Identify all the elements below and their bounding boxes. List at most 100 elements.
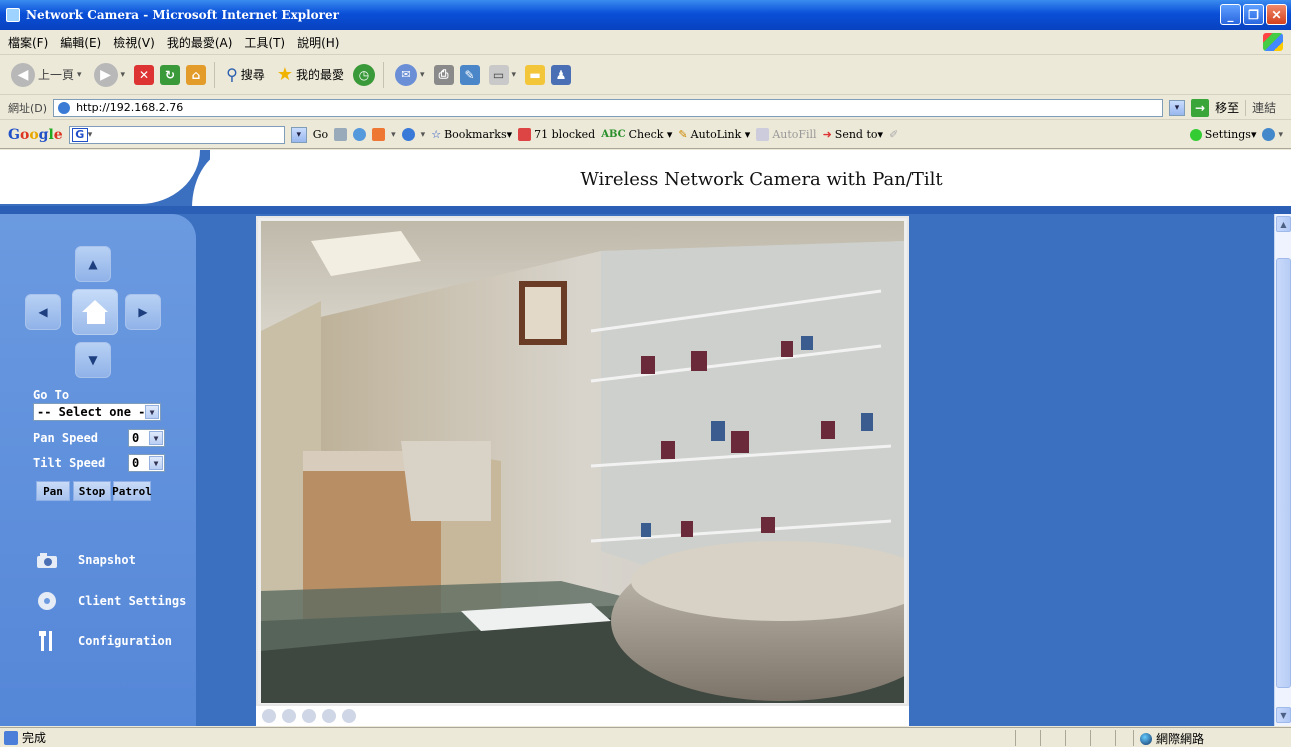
address-input[interactable]: http://192.168.2.76 (53, 98, 1164, 117)
discuss-button[interactable]: ▭ ▾ (486, 60, 520, 90)
pan-speed-select[interactable]: 0 ▼ (128, 429, 165, 447)
tilt-speed-value: 0 (132, 456, 140, 470)
tilt-speed-select[interactable]: 0 ▼ (128, 454, 165, 472)
mail-icon: ✉ (394, 63, 417, 86)
address-label: 網址(D) (8, 101, 48, 115)
snapshot-label: Snapshot (78, 553, 136, 567)
mail-button[interactable]: ✉ ▾ (392, 60, 428, 90)
down-arrow-icon: ▼ (88, 353, 98, 367)
menu-file[interactable]: 檔案(F) (8, 34, 48, 51)
minimize-button[interactable]: _ (1220, 4, 1241, 25)
stop-icon[interactable]: ✕ (134, 64, 155, 85)
go-arrow-icon[interactable]: → (1191, 98, 1210, 117)
menu-tools[interactable]: 工具(T) (244, 34, 285, 51)
highlight-icon[interactable] (334, 128, 348, 141)
pan-speed-label: Pan Speed (33, 431, 99, 445)
window-title: Network Camera - Microsoft Internet Expl… (26, 8, 339, 22)
news-icon[interactable] (372, 128, 386, 141)
account-icon (1262, 128, 1276, 141)
links-button[interactable]: 連結 (1252, 99, 1276, 116)
zone-label: 網際網路 (1156, 732, 1205, 746)
zoom-out-icon[interactable] (282, 709, 296, 723)
camera-icon (34, 549, 60, 571)
vertical-scrollbar[interactable]: ▲ ▼ (1274, 214, 1291, 726)
settings-button[interactable]: Settings▾ (1189, 128, 1256, 141)
scroll-up-button[interactable]: ▲ (1276, 216, 1291, 232)
tilt-speed-label: Tilt Speed (33, 456, 106, 470)
address-url: http://192.168.2.76 (76, 101, 184, 114)
pan-right-button[interactable]: ▶ (125, 294, 161, 330)
search-icon: ⚲ (226, 65, 238, 84)
pagerank-icon[interactable] (353, 128, 367, 141)
patrol-button[interactable]: Patrol (112, 481, 152, 501)
blogger-icon[interactable] (401, 128, 415, 141)
address-dropdown-button[interactable]: ▾ (1169, 99, 1186, 116)
page-title: Wireless Network Camera with Pan/Tilt (580, 168, 943, 190)
home-position-button[interactable] (72, 289, 118, 335)
menu-help[interactable]: 說明(H) (297, 34, 339, 51)
chevron-down-icon: ▼ (149, 431, 163, 445)
forward-button[interactable]: ▶ ▾ (91, 60, 129, 90)
up-arrow-icon: ▲ (88, 257, 98, 271)
popup-blocker-button[interactable]: 71 blocked (518, 128, 595, 141)
ie-app-icon (6, 8, 20, 22)
history-icon[interactable]: ◷ (352, 63, 375, 86)
autofill-button[interactable]: AutoFill (756, 128, 817, 141)
client-settings-link[interactable]: Client Settings (34, 590, 186, 612)
tilt-up-button[interactable]: ▲ (75, 246, 111, 282)
record-icon[interactable] (322, 709, 336, 723)
snapshot-link[interactable]: Snapshot (34, 549, 136, 571)
disc-icon (34, 590, 60, 612)
spellcheck-button[interactable]: ABC Check ▾ (601, 128, 672, 141)
menu-edit[interactable]: 編輯(E) (60, 34, 101, 51)
folder-icon[interactable]: ▬ (525, 64, 546, 85)
google-search-input[interactable]: G ▾ (68, 125, 285, 144)
stop-button[interactable]: Stop (73, 481, 111, 501)
globe-icon (1140, 732, 1152, 745)
home-icon[interactable]: ⌂ (186, 64, 207, 85)
autolink-button[interactable]: ✎ AutoLink ▾ (678, 128, 750, 141)
print-icon[interactable]: ⎙ (433, 64, 454, 85)
sendto-button[interactable]: ➜ Send to▾ (823, 128, 883, 141)
forward-arrow-icon: ▶ (93, 62, 118, 87)
scroll-thumb[interactable] (1276, 258, 1291, 688)
google-go-button[interactable]: Go (313, 128, 328, 141)
goto-select-value: -- Select one -- (37, 405, 153, 419)
menu-bar: 檔案(F) 編輯(E) 檢視(V) 我的最愛(A) 工具(T) 說明(H) (0, 30, 1291, 55)
pan-button[interactable]: Pan (36, 481, 70, 501)
bookmarks-button[interactable]: ☆ Bookmarks▾ (431, 128, 512, 141)
popup-blocker-icon (518, 128, 532, 141)
zoom-in-icon[interactable] (262, 709, 276, 723)
goto-select[interactable]: -- Select one -- ▼ (33, 403, 161, 421)
menu-favorites[interactable]: 我的最愛(A) (167, 34, 233, 51)
settings-status-icon (1189, 128, 1202, 141)
pan-left-button[interactable]: ◀ (25, 294, 61, 330)
refresh-icon[interactable]: ↻ (160, 64, 181, 85)
star-icon: ★ (276, 64, 293, 85)
camera-video-feed[interactable] (261, 221, 904, 703)
messenger-icon[interactable]: ♟ (551, 64, 572, 85)
security-zone: 網際網路 (1140, 730, 1204, 747)
configuration-link[interactable]: Configuration (34, 630, 172, 652)
back-button[interactable]: ◀ 上一頁 ▾ (8, 60, 85, 90)
favorites-button[interactable]: ★ 我的最愛 (274, 60, 347, 90)
go-button[interactable]: 移至 (1215, 99, 1239, 116)
google-search-dropdown[interactable]: ▾ (290, 126, 307, 143)
search-button[interactable]: ⚲ 搜尋 (223, 60, 268, 90)
tilt-down-button[interactable]: ▼ (75, 342, 111, 378)
google-account-button[interactable]: ▾ (1262, 128, 1283, 141)
windows-logo-icon (1263, 33, 1283, 51)
left-arrow-icon: ◀ (38, 305, 48, 319)
close-button[interactable]: ✕ (1266, 4, 1287, 25)
edit-icon[interactable]: ✎ (459, 64, 480, 85)
sendto-icon: ➜ (822, 128, 832, 141)
scroll-down-button[interactable]: ▼ (1276, 707, 1291, 723)
restore-button[interactable]: ❐ (1243, 4, 1264, 25)
fullscreen-icon[interactable] (302, 709, 316, 723)
back-arrow-icon: ◀ (11, 62, 35, 87)
google-logo[interactable]: Google (8, 127, 63, 143)
autolink-icon: ✎ (678, 128, 688, 141)
audio-icon[interactable] (342, 709, 356, 723)
menu-view[interactable]: 檢視(V) (113, 34, 155, 51)
page-done-icon (4, 730, 18, 745)
